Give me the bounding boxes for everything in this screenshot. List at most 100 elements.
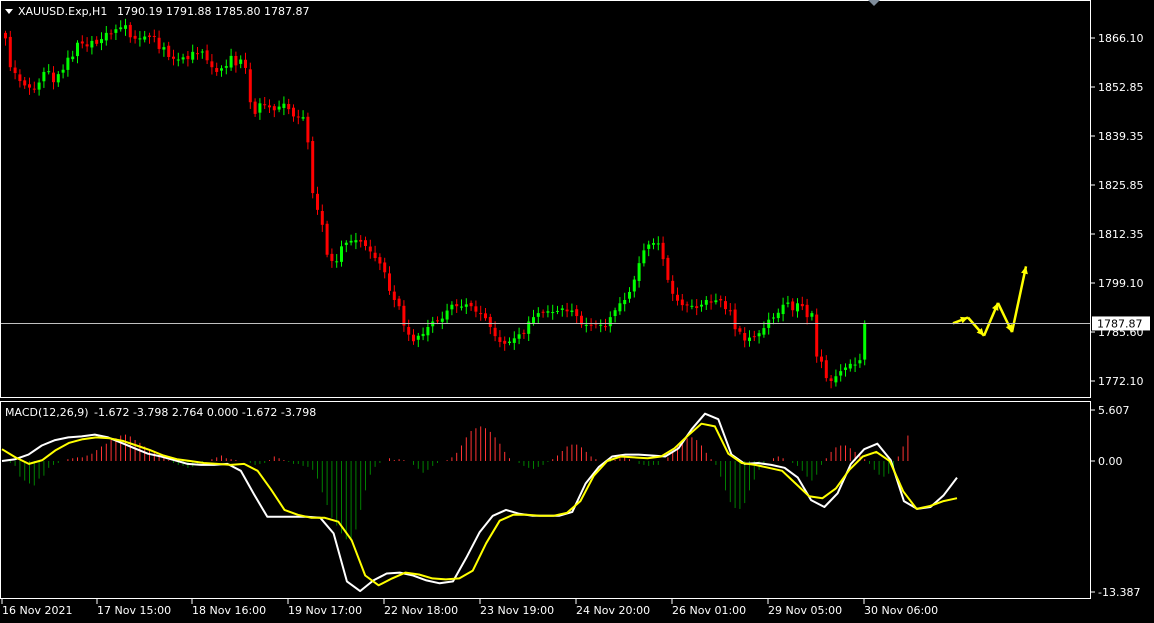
candle-body xyxy=(205,50,209,61)
candle xyxy=(709,294,713,310)
macd-panel-frame xyxy=(0,401,1091,599)
candle-body xyxy=(599,324,603,326)
candle-body xyxy=(13,67,17,74)
candle xyxy=(344,240,348,253)
candle xyxy=(37,78,41,96)
candle xyxy=(527,316,531,341)
candle-body xyxy=(748,337,751,342)
trading-chart[interactable]: XAUUSD.Exp,H1 1790.19 1791.88 1785.80 17… xyxy=(0,0,1154,619)
candle-body xyxy=(100,39,103,44)
candle xyxy=(460,299,463,311)
time-label: 22 Nov 18:00 xyxy=(384,604,458,617)
candle xyxy=(220,65,223,77)
candle-body xyxy=(776,312,780,319)
candle-body xyxy=(695,306,699,309)
candle-body xyxy=(234,55,238,66)
candle xyxy=(805,298,809,325)
candle xyxy=(234,51,238,73)
candle xyxy=(354,232,358,250)
candle-body xyxy=(263,104,267,106)
candle xyxy=(844,363,847,377)
candle-body xyxy=(196,53,199,55)
price-tick: 1812.35 xyxy=(1098,228,1144,241)
candle-body xyxy=(330,253,334,261)
candle-body xyxy=(378,257,382,264)
candle-body xyxy=(632,279,636,292)
candle xyxy=(704,296,708,310)
candle xyxy=(229,48,233,71)
candle-body xyxy=(628,291,631,299)
candle-body xyxy=(426,326,430,336)
candle-body xyxy=(637,263,641,281)
candle xyxy=(757,330,761,344)
candle-body xyxy=(488,316,492,327)
candle-body xyxy=(570,310,574,312)
candle xyxy=(316,186,319,215)
candle-body xyxy=(320,211,324,225)
candle xyxy=(853,357,857,373)
candle-body xyxy=(114,29,118,33)
candle xyxy=(637,256,641,288)
price-tick: 1772.10 xyxy=(1098,375,1144,388)
candle-body xyxy=(292,107,295,117)
candle-body xyxy=(647,244,651,249)
candle-body xyxy=(608,317,612,327)
candle-body xyxy=(445,310,449,320)
candle-body xyxy=(90,40,94,48)
candle xyxy=(474,300,478,318)
candle-body xyxy=(704,299,708,305)
candle xyxy=(436,316,439,325)
candle xyxy=(306,112,310,150)
candle-body xyxy=(359,239,363,242)
candle xyxy=(210,54,214,75)
candle-body xyxy=(325,223,329,255)
candle xyxy=(95,36,99,47)
candle xyxy=(748,330,751,347)
candle xyxy=(287,98,291,115)
candle-body xyxy=(176,59,180,61)
candle-body xyxy=(479,313,483,315)
candle-body xyxy=(383,262,387,273)
forecast-segment xyxy=(1010,266,1028,333)
candle xyxy=(560,305,564,317)
candle xyxy=(541,309,545,318)
candle xyxy=(786,295,790,308)
candle-body xyxy=(412,334,415,342)
candles-group xyxy=(4,18,867,389)
candle xyxy=(176,52,180,67)
candle xyxy=(416,332,420,348)
candle xyxy=(512,331,516,350)
candle xyxy=(661,236,665,266)
candle-body xyxy=(349,240,353,243)
candle-body xyxy=(200,51,204,53)
candle-body xyxy=(623,299,627,305)
candle xyxy=(671,275,675,301)
candle xyxy=(248,62,252,109)
candle-body xyxy=(460,306,463,308)
candle xyxy=(450,301,454,316)
candle xyxy=(100,32,103,51)
candle-body xyxy=(738,328,742,332)
candle xyxy=(700,300,703,312)
candle xyxy=(373,245,377,262)
candle-body xyxy=(364,240,367,246)
candle-body xyxy=(604,326,607,328)
candle-body xyxy=(138,38,142,40)
macd-lines xyxy=(1,412,958,593)
candle-body xyxy=(186,55,190,60)
candle-body xyxy=(805,304,809,318)
candle xyxy=(796,298,799,318)
candle xyxy=(632,275,636,298)
candle xyxy=(80,35,84,49)
candle-body xyxy=(28,84,31,88)
candle xyxy=(791,298,795,317)
chart-shift-marker-icon[interactable] xyxy=(868,0,880,6)
candle xyxy=(138,31,142,47)
symbol-dropdown-icon[interactable] xyxy=(5,9,13,14)
candle-body xyxy=(272,106,276,111)
candle-body xyxy=(56,74,60,83)
candle-body xyxy=(676,294,679,301)
candle xyxy=(162,42,166,57)
candle-body xyxy=(76,42,79,57)
candle-body xyxy=(172,56,175,59)
